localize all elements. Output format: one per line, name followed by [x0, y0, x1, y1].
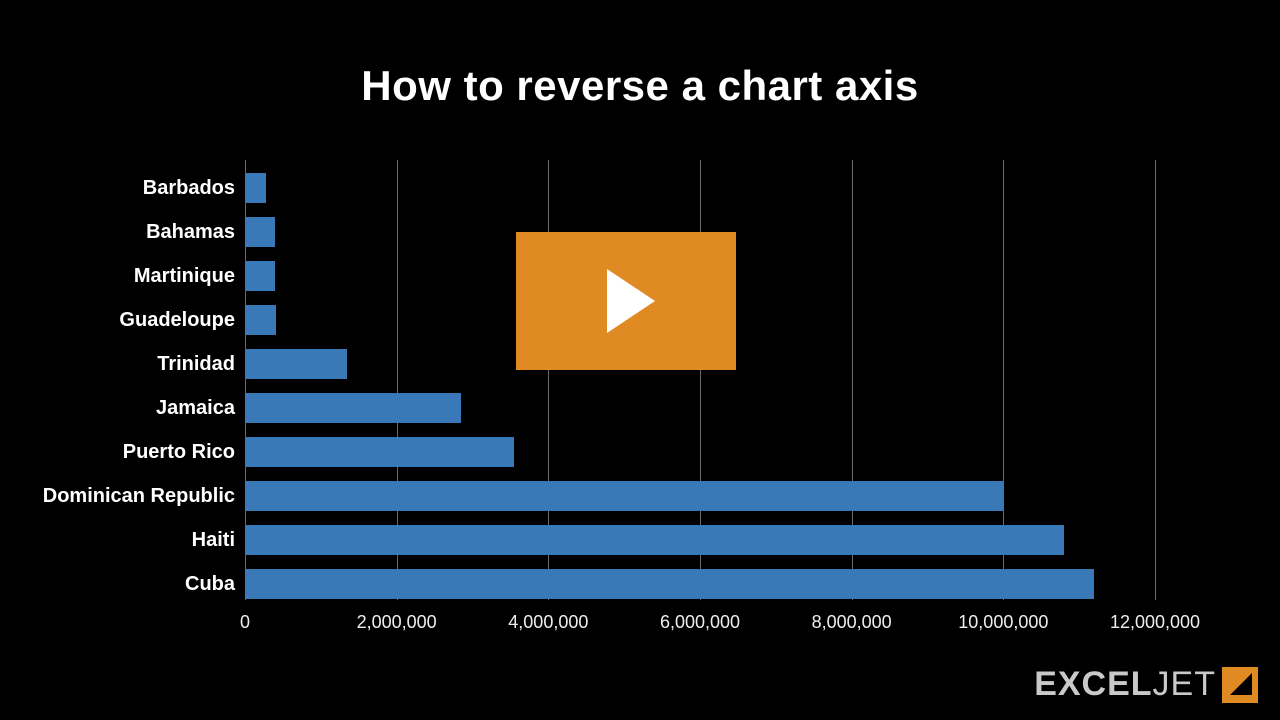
x-axis-tick: 4,000,000	[508, 612, 588, 633]
bar	[245, 217, 275, 247]
x-axis-tick: 2,000,000	[357, 612, 437, 633]
gridline	[1155, 160, 1156, 600]
bar	[245, 525, 1064, 555]
bar	[245, 569, 1094, 599]
y-axis-label: Barbados	[35, 166, 235, 210]
y-axis-label: Trinidad	[35, 342, 235, 386]
page-title: How to reverse a chart axis	[0, 0, 1280, 110]
y-axis-label: Bahamas	[35, 210, 235, 254]
bar-row: Dominican Republic	[245, 474, 1155, 518]
y-axis-label: Dominican Republic	[35, 474, 235, 518]
brand-light: JET	[1153, 665, 1216, 703]
y-axis-label: Guadeloupe	[35, 298, 235, 342]
x-axis-tick: 6,000,000	[660, 612, 740, 633]
x-axis: 02,000,0004,000,0006,000,0008,000,00010,…	[245, 606, 1155, 636]
bar	[245, 305, 276, 335]
bar	[245, 481, 1003, 511]
play-icon	[607, 269, 655, 333]
y-axis-label: Cuba	[35, 562, 235, 606]
x-axis-tick: 10,000,000	[958, 612, 1048, 633]
bar	[245, 393, 461, 423]
bar	[245, 173, 266, 203]
bar-row: Jamaica	[245, 386, 1155, 430]
play-button[interactable]	[516, 232, 736, 370]
x-axis-tick: 0	[240, 612, 250, 633]
bar	[245, 437, 514, 467]
x-axis-tick: 12,000,000	[1110, 612, 1200, 633]
y-axis-label: Haiti	[35, 518, 235, 562]
y-axis-label: Martinique	[35, 254, 235, 298]
brand-strong: EXCEL	[1034, 665, 1152, 703]
brand-arrow-icon	[1222, 667, 1258, 703]
bar-row: Barbados	[245, 166, 1155, 210]
brand-logo: EXCELJET	[1034, 665, 1258, 704]
bar-row: Puerto Rico	[245, 430, 1155, 474]
y-axis-label: Jamaica	[35, 386, 235, 430]
y-axis-label: Puerto Rico	[35, 430, 235, 474]
bar	[245, 261, 275, 291]
bar-row: Haiti	[245, 518, 1155, 562]
bar-row: Cuba	[245, 562, 1155, 606]
x-axis-tick: 8,000,000	[812, 612, 892, 633]
brand-text: EXCELJET	[1034, 665, 1216, 704]
plot-area: BarbadosBahamasMartiniqueGuadeloupeTrini…	[245, 160, 1155, 600]
bar	[245, 349, 347, 379]
